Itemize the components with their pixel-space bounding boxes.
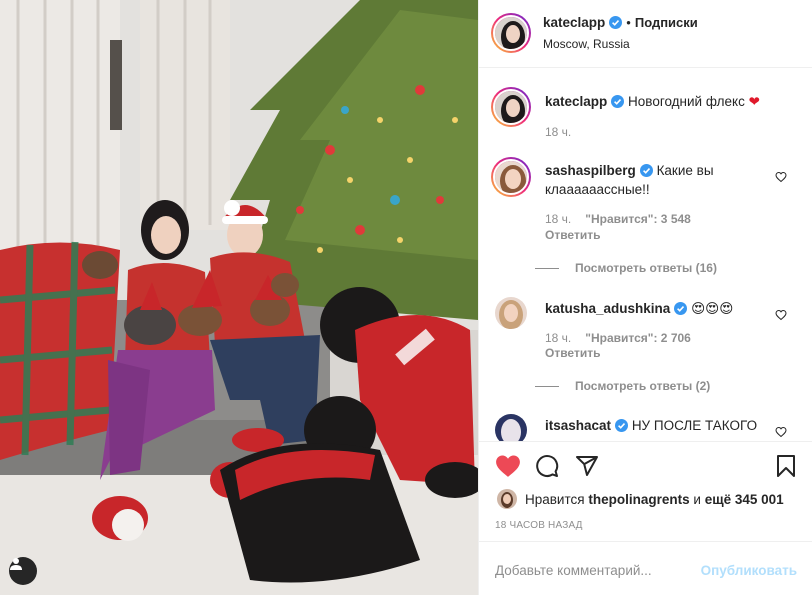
comment-username[interactable]: sashaspilberg [545,163,636,178]
comment-username[interactable]: katusha_adushkina [545,301,670,316]
following-button[interactable]: Подписки [635,15,698,30]
header-separator: • [626,15,631,30]
post-timestamp[interactable]: 18 ЧАСОВ НАЗАД [495,520,583,531]
comment-avatar-ring[interactable] [491,157,531,197]
caption-time[interactable]: 18 ч. [545,125,571,139]
comment-bubble-icon[interactable] [535,454,559,478]
liker-username[interactable]: thepolinagrents [588,492,689,507]
caption-username[interactable]: kateclapp [545,94,607,109]
caption-text: Новогодний флекс [628,94,745,109]
comment-avatar-image [495,414,527,441]
caption-text-row: kateclapp Новогодний флекс ❤ [545,92,765,111]
view-replies-button[interactable]: Посмотреть ответы (16) [535,261,717,275]
post-actions: Нравится thepolinagrents и ещё 345 001 1… [479,441,812,541]
caption-avatar[interactable] [493,89,529,125]
comments-list[interactable]: kateclapp Новогодний флекс ❤ 18 ч. sasha… [479,69,812,441]
post-photo[interactable] [0,0,478,595]
bookmark-icon[interactable] [775,454,797,478]
post-sidebar: kateclapp • Подписки Moscow, Russia kate… [478,0,812,595]
comment-like-icon[interactable] [775,171,787,183]
liker-avatar-image [497,489,517,509]
verified-badge-icon [611,95,625,108]
header-title-row: kateclapp • Подписки [543,15,698,30]
comment-avatar[interactable] [495,414,527,441]
comment-text: НУ ПОСЛЕ ТАКОГО [631,418,758,433]
comment-like-icon[interactable] [775,426,787,438]
view-replies-label: Посмотреть ответы (2) [575,379,711,393]
replies-divider [535,267,559,269]
verified-badge-icon [615,419,629,432]
post-dialog: kateclapp • Подписки Moscow, Russia kate… [0,0,812,595]
comment-avatar[interactable] [493,159,529,195]
likes-conjunction: и [693,491,701,507]
publish-button[interactable]: Опубликовать [701,563,797,578]
verified-badge-icon [639,164,653,177]
comment-likes[interactable]: "Нравится": 2 706 [585,331,691,345]
user-icon [10,558,22,570]
liker-avatar[interactable] [497,489,517,509]
heart-emoji: ❤ [748,94,760,109]
comment-input[interactable]: Добавьте комментарий... [495,563,652,578]
comment-like-icon[interactable] [775,309,787,321]
like-heart-icon[interactable] [495,454,521,478]
reply-button[interactable]: Ответить [545,346,600,360]
comment-avatar-image [495,297,527,329]
verified-badge-icon [674,302,688,315]
post-header: kateclapp • Подписки Moscow, Russia [479,0,812,68]
post-location[interactable]: Moscow, Russia [543,37,630,51]
author-avatar-image [495,17,527,49]
author-avatar-ring[interactable] [491,13,531,53]
replies-divider [535,385,559,387]
add-comment-bar: Добавьте комментарий... Опубликовать [479,541,812,595]
comment-avatar-image [495,161,527,193]
view-replies-label: Посмотреть ответы (16) [575,261,717,275]
comment-text-row: sashaspilberg Какие вы клаааааассные!! [545,161,765,199]
comment-time[interactable]: 18 ч. [545,331,571,345]
likes-summary: Нравится thepolinagrents и ещё 345 001 [497,489,784,509]
comment-time[interactable]: 18 ч. [545,212,571,226]
author-avatar[interactable] [493,15,529,51]
comment-text-row: itsashacat НУ ПОСЛЕ ТАКОГО [545,416,765,435]
comment-meta: 18 ч. "Нравится": 3 548 [545,212,691,226]
caption-avatar-ring[interactable] [491,87,531,127]
comment-meta: 18 ч. "Нравится": 2 706 [545,331,691,345]
share-send-icon[interactable] [575,454,599,478]
view-replies-button[interactable]: Посмотреть ответы (2) [535,379,710,393]
likes-count[interactable]: ещё 345 001 [705,492,784,507]
comment-likes[interactable]: "Нравится": 3 548 [585,212,691,226]
tagged-users-button[interactable] [9,557,37,585]
comment-text: 😍😍😍 [691,301,734,316]
comment-username[interactable]: itsashacat [545,418,611,433]
author-username[interactable]: kateclapp [543,15,605,30]
photo-illustration [0,0,478,595]
caption-avatar-image [495,91,527,123]
verified-badge-icon [609,16,623,29]
reply-button[interactable]: Ответить [545,228,600,242]
comment-avatar[interactable] [495,297,527,329]
likes-prefix: Нравится [525,491,585,507]
comment-text-row: katusha_adushkina 😍😍😍 [545,299,765,318]
